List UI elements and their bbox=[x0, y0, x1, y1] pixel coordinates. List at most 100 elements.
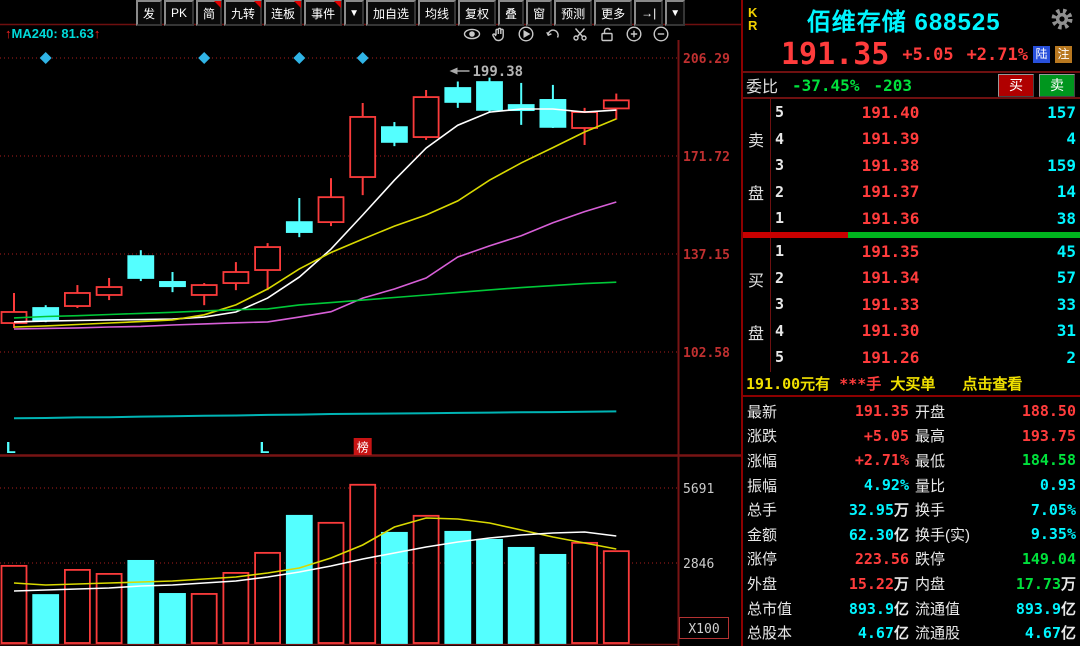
buy-row-3[interactable]: 3191.3333 bbox=[743, 291, 1080, 318]
weibi-row: 委比 -37.45% -203 买 卖 bbox=[743, 71, 1080, 99]
stat-value: 7.05% bbox=[1005, 501, 1080, 519]
stat-value: 17.73万 bbox=[1005, 573, 1080, 594]
big-order-text: ***手 bbox=[839, 373, 881, 394]
toolbar-button-3[interactable]: 九转 bbox=[224, 0, 262, 26]
ma240-label: ↑MA240: 81.63↑ bbox=[5, 26, 100, 41]
buy-row-5[interactable]: 5191.262 bbox=[743, 344, 1080, 371]
toolbar-button-6[interactable]: ▼ bbox=[344, 0, 364, 26]
sell-book: 卖盘 5191.401574191.3943191.381592191.3714… bbox=[743, 99, 1080, 232]
toolbar-button-11[interactable]: 窗 bbox=[526, 0, 552, 26]
stat-value: 193.75 bbox=[1005, 427, 1080, 445]
l-marker: L bbox=[6, 440, 16, 457]
svg-text:2846: 2846 bbox=[683, 557, 714, 572]
volume-value: 38 bbox=[972, 209, 1080, 228]
gear-icon[interactable] bbox=[1050, 7, 1074, 31]
toolbar: 发PK简九转连板事件▼加自选均线复权叠窗预测更多→|▼ bbox=[136, 0, 685, 24]
stat-row-1: 涨跌+5.05最高193.75 bbox=[743, 424, 1080, 449]
sell-button[interactable]: 卖 bbox=[1039, 74, 1075, 97]
zoom-in-icon[interactable] bbox=[624, 25, 644, 43]
sell-row-2[interactable]: 2191.3714 bbox=[743, 179, 1080, 206]
big-order-alert[interactable]: 191.00元有 ***手 大买单 点击查看 bbox=[743, 372, 1080, 397]
stat-label: 涨幅 bbox=[743, 450, 823, 471]
badge-zhu[interactable]: 注 bbox=[1055, 46, 1072, 63]
eye-icon[interactable] bbox=[462, 25, 482, 43]
l-marker: L bbox=[260, 440, 270, 457]
sell-label-char: 盘 bbox=[748, 180, 766, 204]
sell-row-3[interactable]: 3191.38159 bbox=[743, 152, 1080, 179]
toolbar-button-9[interactable]: 复权 bbox=[458, 0, 496, 26]
stat-value: +5.05 bbox=[823, 427, 909, 445]
toolbar-button-15[interactable]: ▼ bbox=[665, 0, 685, 26]
hand-icon[interactable] bbox=[489, 25, 509, 43]
stat-row-3: 振幅4.92%量比0.93 bbox=[743, 473, 1080, 498]
undo-icon[interactable] bbox=[543, 25, 563, 43]
buy-row-4[interactable]: 4191.3031 bbox=[743, 318, 1080, 345]
replay-icon[interactable] bbox=[516, 25, 536, 43]
buy-row-1[interactable]: 1191.3545 bbox=[743, 238, 1080, 265]
toolbar-button-14[interactable]: →| bbox=[634, 0, 663, 26]
stat-value: 149.04 bbox=[1005, 550, 1080, 568]
stat-label: 最低 bbox=[909, 450, 1005, 471]
sell-row-5[interactable]: 5191.40157 bbox=[743, 99, 1080, 126]
toolbar-button-5[interactable]: 事件 bbox=[304, 0, 342, 26]
svg-text:199.38: 199.38 bbox=[473, 64, 524, 80]
volume-bars bbox=[2, 485, 629, 643]
svg-text:102.58: 102.58 bbox=[683, 346, 730, 361]
big-order-text: 点击查看 bbox=[935, 373, 1022, 394]
toolbar-button-1[interactable]: PK bbox=[164, 0, 194, 26]
svg-text:榜: 榜 bbox=[357, 440, 369, 455]
stat-row-8: 总市值893.9亿流通值893.9亿 bbox=[743, 596, 1080, 621]
buy-row-2[interactable]: 2191.3457 bbox=[743, 265, 1080, 292]
price-value: 191.36 bbox=[809, 209, 972, 228]
stat-row-6: 涨停223.56跌停149.04 bbox=[743, 547, 1080, 572]
trading-app: 206.29171.72137.15102.5856912846X100199.… bbox=[0, 0, 1080, 646]
price-value: 191.35 bbox=[809, 242, 972, 261]
stat-row-4: 总手32.95万换手7.05% bbox=[743, 497, 1080, 522]
sell-row-4[interactable]: 4191.394 bbox=[743, 126, 1080, 153]
sell-row-1[interactable]: 1191.3638 bbox=[743, 205, 1080, 232]
stat-value: 62.30亿 bbox=[823, 524, 909, 545]
stat-value: 191.35 bbox=[823, 402, 909, 420]
zoom-out-icon[interactable] bbox=[651, 25, 671, 43]
stat-row-0: 最新191.35开盘188.50 bbox=[743, 399, 1080, 424]
toolbar-button-13[interactable]: 更多 bbox=[594, 0, 632, 26]
stat-value: 32.95万 bbox=[823, 499, 909, 520]
toolbar-button-2[interactable]: 简 bbox=[196, 0, 222, 26]
volume-value: 4 bbox=[972, 129, 1080, 148]
stock-name: 佰维存储 bbox=[807, 9, 907, 36]
badge-lu[interactable]: 陆 bbox=[1033, 46, 1050, 63]
toolbar-button-0[interactable]: 发 bbox=[136, 0, 162, 26]
svg-text:5691: 5691 bbox=[683, 482, 714, 497]
diamond-markers bbox=[40, 52, 369, 64]
stat-value: 15.22万 bbox=[823, 573, 909, 594]
stat-label: 开盘 bbox=[909, 401, 1005, 422]
toolbar-button-8[interactable]: 均线 bbox=[418, 0, 456, 26]
big-order-text: 191.00元有 bbox=[746, 373, 839, 394]
stat-label: 振幅 bbox=[743, 475, 823, 496]
kr-tabs[interactable]: K R bbox=[748, 6, 757, 32]
kline-volume-chart[interactable]: 206.29171.72137.15102.5856912846X100199.… bbox=[0, 0, 741, 646]
last-price: 191.35 bbox=[781, 40, 889, 70]
volume-value: 45 bbox=[972, 242, 1080, 261]
stats-grid: 最新191.35开盘188.50涨跌+5.05最高193.75涨幅+2.71%最… bbox=[743, 397, 1080, 646]
bang-badge[interactable]: 榜 bbox=[354, 438, 372, 455]
toolbar-button-7[interactable]: 加自选 bbox=[366, 0, 416, 26]
big-order-text: 大买单 bbox=[881, 373, 935, 394]
toolbar-button-12[interactable]: 预测 bbox=[554, 0, 592, 26]
toolbar-button-4[interactable]: 连板 bbox=[264, 0, 302, 26]
tab-r[interactable]: R bbox=[748, 19, 757, 32]
scissors-icon[interactable] bbox=[570, 25, 590, 43]
svg-text:206.29: 206.29 bbox=[683, 52, 730, 67]
volume-value: 57 bbox=[972, 268, 1080, 287]
toolbar-button-10[interactable]: 叠 bbox=[498, 0, 524, 26]
weibi-delta: -203 bbox=[873, 76, 912, 95]
stat-value: 0.93 bbox=[1005, 476, 1080, 494]
stat-label: 量比 bbox=[909, 475, 1005, 496]
stat-value: 893.9亿 bbox=[1005, 598, 1080, 619]
unlock-icon[interactable] bbox=[597, 25, 617, 43]
stat-label: 金额 bbox=[743, 524, 823, 545]
chart-tool-strip bbox=[462, 25, 671, 43]
buy-label-char: 买 bbox=[748, 267, 766, 291]
stat-label: 涨跌 bbox=[743, 425, 823, 446]
buy-button[interactable]: 买 bbox=[998, 74, 1034, 97]
